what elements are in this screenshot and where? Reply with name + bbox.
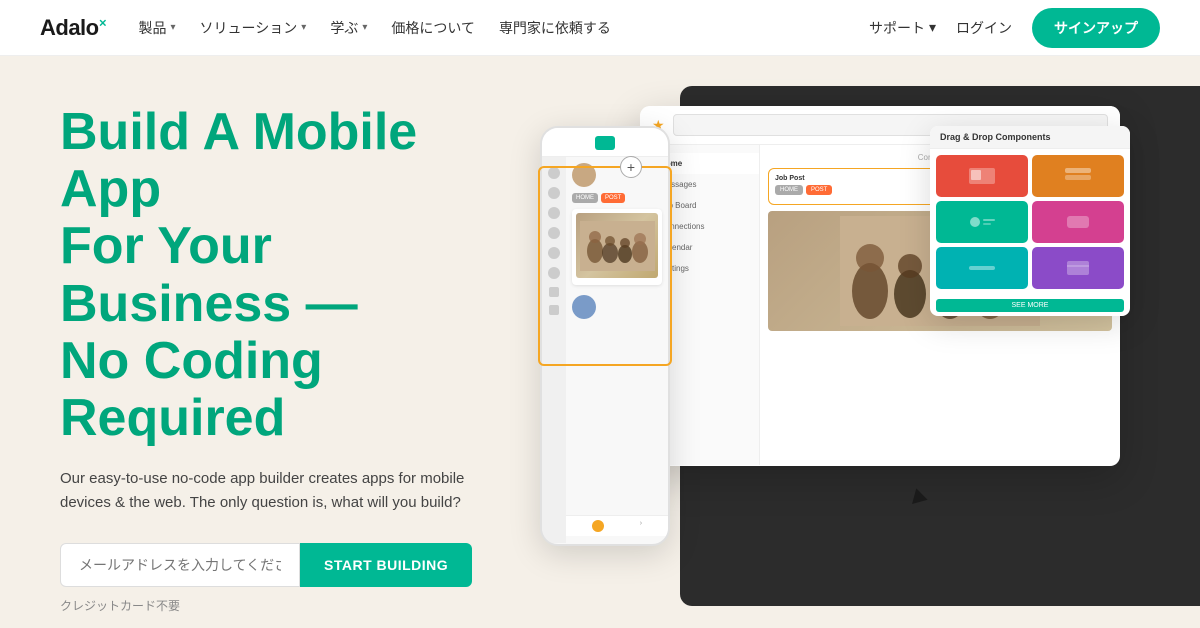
hero-section: Build A Mobile App For Your Business — N… (0, 56, 1200, 628)
hero-left: Build A Mobile App For Your Business — N… (0, 56, 560, 628)
start-building-button[interactable]: START BUILDING (300, 543, 472, 587)
bottom-nav-icon-1 (592, 520, 604, 532)
job-post-tag: POST (806, 185, 832, 195)
phone-tool-4 (548, 227, 560, 239)
see-more-button[interactable]: SEE MORE (936, 299, 1124, 312)
tag-post: POST (601, 193, 625, 203)
avatar-1 (572, 163, 596, 187)
phone-tool-5 (548, 247, 560, 259)
cursor-arrow-icon (906, 488, 927, 509)
logo-superscript: ✕ (99, 18, 107, 29)
phone-top-bar (542, 128, 668, 157)
chevron-down-icon: ▾ (362, 22, 367, 33)
chevron-down-icon: ▾ (929, 19, 936, 36)
signup-button[interactable]: サインアップ (1032, 8, 1160, 48)
dnd-component-6 (1032, 247, 1124, 289)
hero-right: + (560, 56, 1200, 628)
monitor-icon (595, 136, 615, 150)
mockup-container: + (540, 106, 1120, 586)
nav-links: 製品 ▾ ソリューション ▾ 学ぶ ▾ 価格について 専門家に依頼する (139, 18, 869, 38)
dnd-component-1 (936, 155, 1028, 197)
phone-image (576, 213, 658, 278)
plus-button[interactable]: + (620, 156, 642, 178)
phone-tool-1 (548, 167, 560, 179)
email-input[interactable] (60, 543, 300, 587)
hero-title: Build A Mobile App For Your Business — N… (60, 104, 500, 447)
no-credit-text: クレジットカード不要 (60, 597, 500, 614)
chevron-down-icon: ▾ (301, 22, 306, 33)
nav-support[interactable]: サポート ▾ (869, 18, 936, 38)
dnd-component-4 (1032, 201, 1124, 243)
chevron-down-icon: ▾ (171, 22, 176, 33)
phone-tool-7 (549, 287, 559, 297)
nav-item-learn[interactable]: 学ぶ ▾ (330, 18, 367, 38)
phone-mockup: HOME POST (540, 126, 670, 546)
navbar: Adalo✕ 製品 ▾ ソリューション ▾ 学ぶ ▾ 価格について 専門家に依頼… (0, 0, 1200, 56)
hero-form: START BUILDING (60, 543, 500, 587)
job-home-tag: HOME (775, 185, 803, 195)
nav-login[interactable]: ログイン (956, 18, 1012, 38)
phone-tool-6 (548, 267, 560, 279)
avatar-2 (572, 295, 596, 319)
dnd-header: Drag & Drop Components (930, 126, 1130, 149)
nav-right: サポート ▾ ログイン サインアップ (869, 8, 1160, 48)
phone-tool-8 (549, 305, 559, 315)
hero-description: Our easy-to-use no-code app builder crea… (60, 467, 480, 515)
phone-tool-2 (548, 187, 560, 199)
dnd-component-5 (936, 247, 1028, 289)
nav-item-experts[interactable]: 専門家に依頼する (499, 18, 611, 38)
logo-text: Adalo✕ (40, 15, 107, 41)
nav-item-pricing[interactable]: 価格について (391, 18, 475, 38)
tag-home: HOME (572, 193, 598, 203)
logo[interactable]: Adalo✕ (40, 15, 107, 41)
dnd-component-2 (1032, 155, 1124, 197)
nav-item-solutions[interactable]: ソリューション ▾ (200, 18, 307, 38)
phone-tool-3 (548, 207, 560, 219)
bottom-nav-arrow: › (640, 520, 642, 532)
drag-drop-panel: Drag & Drop Components (930, 126, 1130, 316)
nav-item-products[interactable]: 製品 ▾ (139, 18, 176, 38)
dnd-component-3 (936, 201, 1028, 243)
